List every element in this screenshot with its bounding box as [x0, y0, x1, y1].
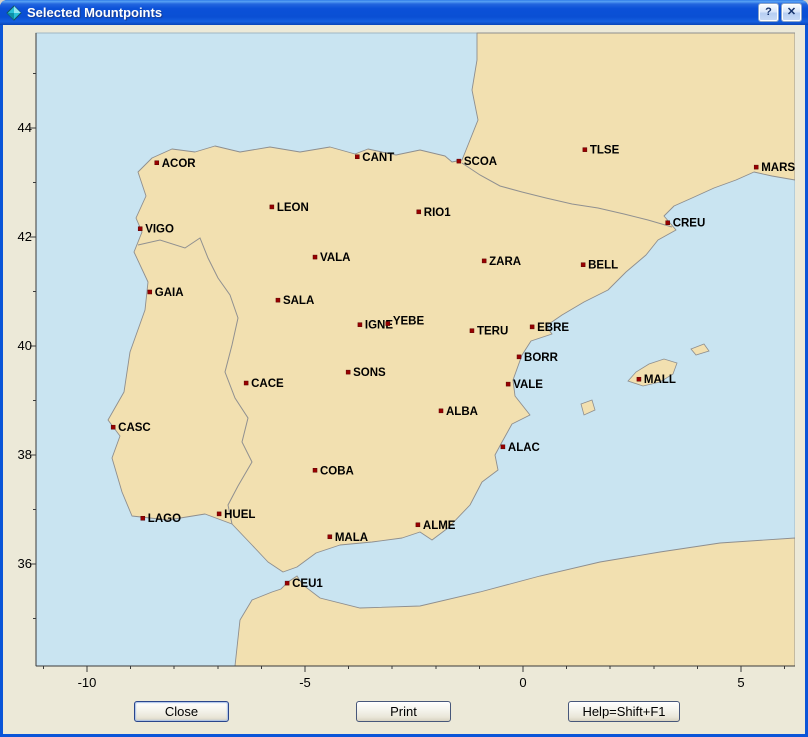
station-marker: [313, 255, 317, 259]
station-label: EBRE: [537, 322, 569, 334]
station-label: ACOR: [162, 158, 197, 170]
titlebar-close-button[interactable]: ✕: [781, 3, 802, 22]
station-label: ZARA: [489, 256, 521, 268]
station-label: LEON: [277, 202, 309, 214]
y-tick-label: 42: [4, 229, 32, 245]
x-tick-label: 0: [501, 675, 545, 691]
station-label: GAIA: [155, 287, 184, 299]
station-marker: [417, 210, 421, 214]
station-label: VALE: [513, 379, 543, 391]
station-label: HUEL: [224, 509, 255, 521]
station-label: CREU: [673, 218, 706, 230]
station-marker: [313, 468, 317, 472]
print-button[interactable]: Print: [356, 701, 451, 722]
app-icon: [6, 5, 22, 21]
station-marker: [501, 445, 505, 449]
station-label: BORR: [524, 352, 559, 364]
station-marker: [217, 512, 221, 516]
station-label: ALAC: [508, 442, 540, 454]
dialog-content: ACOR VIGO GAIA CASC LAGO HUEL CACE SALA LEON CANT…: [3, 25, 805, 734]
station-marker: [270, 205, 274, 209]
y-tick-label: 44: [4, 120, 32, 136]
window-title: Selected Mountpoints: [27, 5, 162, 20]
station-label: CEU1: [292, 578, 323, 590]
help-button[interactable]: Help=Shift+F1: [568, 701, 680, 722]
station-label: SALA: [283, 295, 314, 307]
station-label: ALBA: [446, 406, 478, 418]
map-plot: ACOR VIGO GAIA CASC LAGO HUEL CACE SALA LEON CANT…: [26, 32, 795, 675]
x-tick-label: -5: [283, 675, 327, 691]
station-label: VIGO: [145, 224, 174, 236]
station-label: MALA: [335, 532, 368, 544]
station-label: YEBE: [393, 316, 425, 328]
station-label: VALA: [320, 252, 350, 264]
station-marker: [328, 535, 332, 539]
station-marker: [581, 263, 585, 267]
station-label: MARS: [761, 162, 795, 174]
y-tick-label: 40: [4, 338, 32, 354]
close-button[interactable]: Close: [134, 701, 229, 722]
station-marker: [141, 516, 145, 520]
station-marker: [583, 148, 587, 152]
station-marker: [244, 381, 248, 385]
station-marker: [470, 329, 474, 333]
x-tick-label: 5: [719, 675, 763, 691]
station-label: CANT: [362, 152, 394, 164]
station-marker: [358, 323, 362, 327]
station-marker: [155, 161, 159, 165]
station-label: BELL: [588, 260, 618, 272]
station-marker: [148, 290, 152, 294]
station-marker: [416, 523, 420, 527]
station-marker: [754, 165, 758, 169]
titlebar: Selected Mountpoints ? ✕: [0, 0, 808, 25]
station-marker: [506, 382, 510, 386]
station-label: LAGO: [148, 513, 181, 525]
station-marker: [482, 259, 486, 263]
station-marker: [517, 355, 521, 359]
station-marker: [386, 322, 390, 326]
y-tick-label: 38: [4, 447, 32, 463]
station-label: TLSE: [590, 145, 620, 157]
station-label: MALL: [644, 374, 676, 386]
station-marker: [355, 155, 359, 159]
y-tick-label: 36: [4, 556, 32, 572]
station-marker: [138, 227, 142, 231]
station-label: RIO1: [424, 207, 451, 219]
station-marker: [276, 298, 280, 302]
station-marker: [666, 221, 670, 225]
station-label: CASC: [118, 422, 151, 434]
station-marker: [439, 409, 443, 413]
station-marker: [285, 581, 289, 585]
dialog-window: Selected Mountpoints ? ✕ ACOR VIGO GAIA CAS…: [0, 0, 808, 737]
station-label: ALME: [423, 520, 456, 532]
x-tick-label: -10: [65, 675, 109, 691]
station-label: CACE: [251, 378, 284, 390]
station-label: SCOA: [464, 156, 497, 168]
station-label: COBA: [320, 465, 354, 477]
station-marker: [637, 377, 641, 381]
station-marker: [457, 159, 461, 163]
station-label: SONS: [353, 367, 386, 379]
station-marker: [346, 370, 350, 374]
station-label: TERU: [477, 326, 508, 338]
station-marker: [530, 325, 534, 329]
station-marker: [111, 425, 115, 429]
titlebar-help-button[interactable]: ?: [758, 3, 779, 22]
titlebar-buttons: ? ✕: [758, 3, 802, 22]
